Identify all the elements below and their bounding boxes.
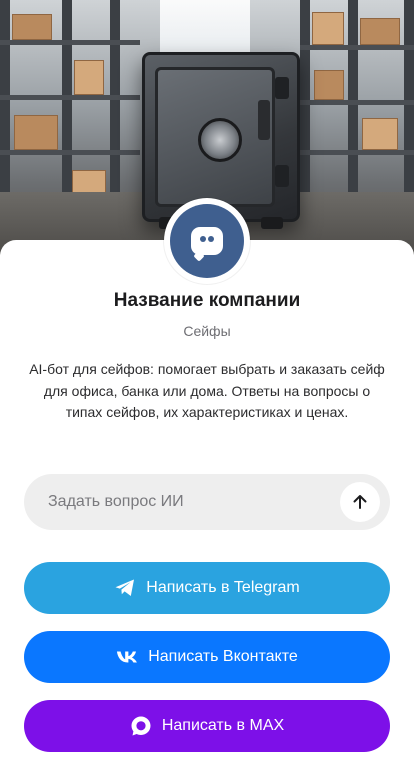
cardboard-box (314, 70, 344, 100)
telegram-button-label: Написать в Telegram (146, 579, 300, 596)
safe-door (155, 67, 275, 207)
max-chat-icon (130, 715, 152, 737)
max-button-label: Написать в MAX (161, 717, 285, 734)
safe-handle (258, 100, 270, 140)
safe-foot (261, 217, 283, 229)
bot-chat-icon (191, 227, 223, 262)
send-button[interactable] (340, 482, 380, 522)
company-avatar (164, 198, 250, 284)
cardboard-box (14, 115, 58, 150)
cardboard-box (360, 18, 400, 45)
safe-hinge (275, 77, 289, 99)
vk-logo-icon (116, 646, 138, 668)
telegram-plane-icon (114, 577, 136, 599)
avatar-circle (170, 204, 244, 278)
cardboard-box (12, 14, 52, 40)
ask-ai-input[interactable] (48, 493, 340, 511)
vk-button[interactable]: Написать Вконтакте (24, 631, 390, 683)
arrow-up-icon (353, 495, 367, 509)
vk-button-label: Написать Вконтакте (148, 648, 298, 665)
ask-ai-box[interactable] (24, 474, 390, 530)
company-description: AI-бот для сейфов: помогает выбрать и за… (29, 361, 385, 420)
vault-safe (142, 52, 300, 229)
max-button[interactable]: Написать в MAX (24, 700, 390, 752)
cardboard-box (312, 12, 344, 45)
shelf-board (0, 150, 140, 155)
shelf-board (300, 150, 414, 155)
telegram-button[interactable]: Написать в Telegram (24, 562, 390, 614)
company-name: Название компании (113, 290, 301, 311)
cardboard-box (362, 118, 398, 150)
shelf-board (0, 95, 140, 100)
shelf-board (0, 40, 140, 45)
safe-dial (198, 118, 242, 162)
company-category: Сейфы (183, 323, 231, 339)
shelf-board (300, 100, 414, 105)
cardboard-box (74, 60, 104, 95)
safe-hinge (275, 165, 289, 187)
shelf-board (300, 45, 414, 50)
